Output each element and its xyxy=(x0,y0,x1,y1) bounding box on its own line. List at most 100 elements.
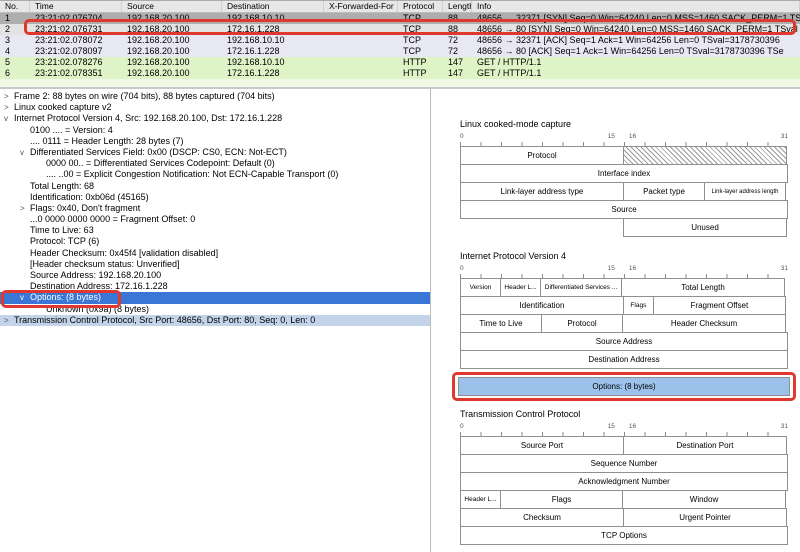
detail-checksum-status[interactable]: [Header checksum status: Unverified] xyxy=(0,259,430,270)
detail-text: Linux cooked capture v2 xyxy=(14,102,112,113)
detail-text: 0100 .... = Version: 4 xyxy=(30,124,113,135)
packet-row-1[interactable]: 1 23:21:02.076704 192.168.20.100 192.168… xyxy=(0,13,800,24)
column-header-protocol[interactable]: Protocol xyxy=(398,1,443,12)
detail-version[interactable]: 0100 .... = Version: 4 xyxy=(0,125,430,136)
field-checksum: Checksum xyxy=(460,508,624,527)
cell-length: 88 xyxy=(448,24,459,34)
diagram-spacer xyxy=(460,218,624,237)
detail-destination-address[interactable]: Destination Address: 172.16.1.228 xyxy=(0,281,430,292)
field-header-checksum: Header Checksum xyxy=(622,314,786,333)
cell-info: GET / HTTP/1.1 xyxy=(477,68,542,78)
column-header-length[interactable]: Length xyxy=(443,1,472,12)
field-header-length: Header L... xyxy=(500,278,541,297)
field-reserved-hatched xyxy=(623,146,787,165)
field-source-port: Source Port xyxy=(460,436,624,455)
ruler-label-16: 16 xyxy=(628,133,637,140)
ruler-label-15: 15 xyxy=(607,133,615,140)
field-protocol: Protocol xyxy=(541,314,623,333)
cell-info: 48656 → 32371 [ACK] Seq=1 Ack=1 Win=6425… xyxy=(477,35,780,45)
detail-ipv4[interactable]: v Internet Protocol Version 4, Src: 192.1… xyxy=(0,113,430,124)
packet-list-header: No. Time Source Destination X-Forwarded-… xyxy=(0,0,800,13)
bit-ruler: 0 15 16 31 xyxy=(460,133,788,146)
packet-row-4[interactable]: 4 23:21:02.078097 192.168.20.100 172.16.… xyxy=(0,46,800,57)
collapsed-arrow-icon[interactable]: > xyxy=(20,203,30,214)
detail-frame[interactable]: > Frame 2: 88 bytes on wire (704 bits), 8… xyxy=(0,91,430,102)
collapsed-arrow-icon[interactable]: > xyxy=(4,315,14,326)
bit-ruler: 0 15 16 31 xyxy=(460,423,788,436)
detail-options-selected[interactable]: v Options: (8 bytes) xyxy=(0,292,430,304)
detail-header-length[interactable]: .... 0111 = Header Length: 28 bytes (7) xyxy=(0,136,430,147)
field-fragment-offset: Fragment Offset xyxy=(652,296,786,315)
detail-fragment-offset[interactable]: ...0 0000 0000 0000 = Fragment Offset: 0 xyxy=(0,214,430,225)
detail-dsf[interactable]: v Differentiated Services Field: 0x00 (DS… xyxy=(0,147,430,158)
detail-text: Destination Address: 172.16.1.228 xyxy=(30,281,168,292)
detail-ecn[interactable]: .... ..00 = Explicit Congestion Notifica… xyxy=(0,169,430,180)
field-packet-type: Packet type xyxy=(623,182,705,201)
detail-flags[interactable]: > Flags: 0x40, Don't fragment xyxy=(0,203,430,214)
column-header-destination[interactable]: Destination xyxy=(222,1,324,12)
column-header-source[interactable]: Source xyxy=(122,1,222,12)
ruler-label-16: 16 xyxy=(628,423,637,430)
ruler-label-0: 0 xyxy=(460,423,464,430)
packet-row-3[interactable]: 3 23:21:02.078072 192.168.20.100 192.168… xyxy=(0,35,800,46)
cell-no: 3 xyxy=(5,35,11,45)
collapsed-arrow-icon[interactable]: > xyxy=(4,102,14,113)
expanded-arrow-icon[interactable]: v xyxy=(20,147,30,158)
column-header-info[interactable]: Info xyxy=(472,1,800,12)
detail-ttl[interactable]: Time to Live: 63 xyxy=(0,225,430,236)
cell-xff xyxy=(324,68,398,79)
detail-text: Protocol: TCP (6) xyxy=(30,236,100,247)
detail-text: Identification: 0xb06d (45165) xyxy=(30,191,149,202)
expanded-arrow-icon[interactable]: v xyxy=(4,113,14,124)
detail-header-checksum[interactable]: Header Checksum: 0x45f4 [validation disa… xyxy=(0,248,430,259)
packet-row-2[interactable]: 2 23:21:02.076731 192.168.20.100 172.16.… xyxy=(0,24,800,35)
ruler-label-15: 15 xyxy=(607,423,615,430)
detail-protocol[interactable]: Protocol: TCP (6) xyxy=(0,236,430,247)
column-header-xff[interactable]: X-Forwarded-For xyxy=(324,1,398,12)
detail-text: .... ..00 = Explicit Congestion Notifica… xyxy=(46,169,339,180)
expanded-arrow-icon[interactable]: v xyxy=(20,292,30,303)
field-flags: Flags xyxy=(500,490,623,509)
cell-length: 72 xyxy=(448,46,459,56)
detail-sll[interactable]: > Linux cooked capture v2 xyxy=(0,102,430,113)
detail-total-length[interactable]: Total Length: 68 xyxy=(0,181,430,192)
cell-source: 192.168.20.100 xyxy=(127,35,190,45)
ruler-label-31: 31 xyxy=(780,133,788,140)
detail-source-address[interactable]: Source Address: 192.168.20.100 xyxy=(0,270,430,281)
options-annotation-ring: Options: (8 bytes) xyxy=(452,372,796,401)
detail-identification[interactable]: Identification: 0xb06d (45165) xyxy=(0,192,430,203)
detail-options-unknown[interactable]: Unknown (0x9a) (8 bytes) xyxy=(0,304,430,315)
detail-dscp[interactable]: 0000 00.. = Differentiated Services Code… xyxy=(0,158,430,169)
field-tcp-options: TCP Options xyxy=(460,526,788,545)
detail-text: ...0 0000 0000 0000 = Fragment Offset: 0 xyxy=(30,214,196,225)
cell-protocol: TCP xyxy=(403,13,421,23)
collapsed-arrow-icon[interactable]: > xyxy=(4,91,14,102)
cell-time: 23:21:02.078097 xyxy=(35,46,103,56)
cell-info: 48656 → 80 [ACK] Seq=1 Ack=1 Win=64256 L… xyxy=(477,46,784,56)
field-destination-port: Destination Port xyxy=(623,436,787,455)
cell-source: 192.168.20.100 xyxy=(127,13,190,23)
cell-protocol: HTTP xyxy=(403,68,427,78)
cell-no: 6 xyxy=(5,68,11,78)
column-header-no[interactable]: No. xyxy=(0,1,30,12)
ruler-label-31: 31 xyxy=(780,265,788,272)
cell-no: 5 xyxy=(5,57,11,67)
detail-text: Flags: 0x40, Don't fragment xyxy=(30,202,141,213)
cell-info: 48656 → 32371 [SYN] Seq=0 Win=64240 Len=… xyxy=(477,13,800,23)
detail-text: Source Address: 192.168.20.100 xyxy=(30,270,162,280)
field-lladdr-type: Link-layer address type xyxy=(460,182,624,201)
diagram-sll: Linux cooked-mode capture 0 15 16 31 Pro… xyxy=(460,119,788,237)
column-header-time[interactable]: Time xyxy=(30,1,122,12)
field-total-length: Total Length xyxy=(621,278,785,297)
packet-row-5[interactable]: 5 23:21:02.078276 192.168.20.100 192.168… xyxy=(0,57,800,68)
detail-text: Time to Live: 63 xyxy=(30,225,94,236)
detail-tcp[interactable]: > Transmission Control Protocol, Src Port… xyxy=(0,314,430,326)
packet-row-6[interactable]: 6 23:21:02.078351 192.168.20.100 172.16.… xyxy=(0,68,800,79)
cell-source: 192.168.20.100 xyxy=(127,24,190,34)
header-diagram-pane: Linux cooked-mode capture 0 15 16 31 Pro… xyxy=(430,89,800,552)
cell-destination: 172.16.1.228 xyxy=(227,46,280,56)
cell-length: 88 xyxy=(448,13,459,23)
detail-text: Internet Protocol Version 4, Src: 192.16… xyxy=(14,113,283,124)
cell-info: GET / HTTP/1.1 xyxy=(477,57,542,67)
field-destination-address: Destination Address xyxy=(460,350,788,369)
